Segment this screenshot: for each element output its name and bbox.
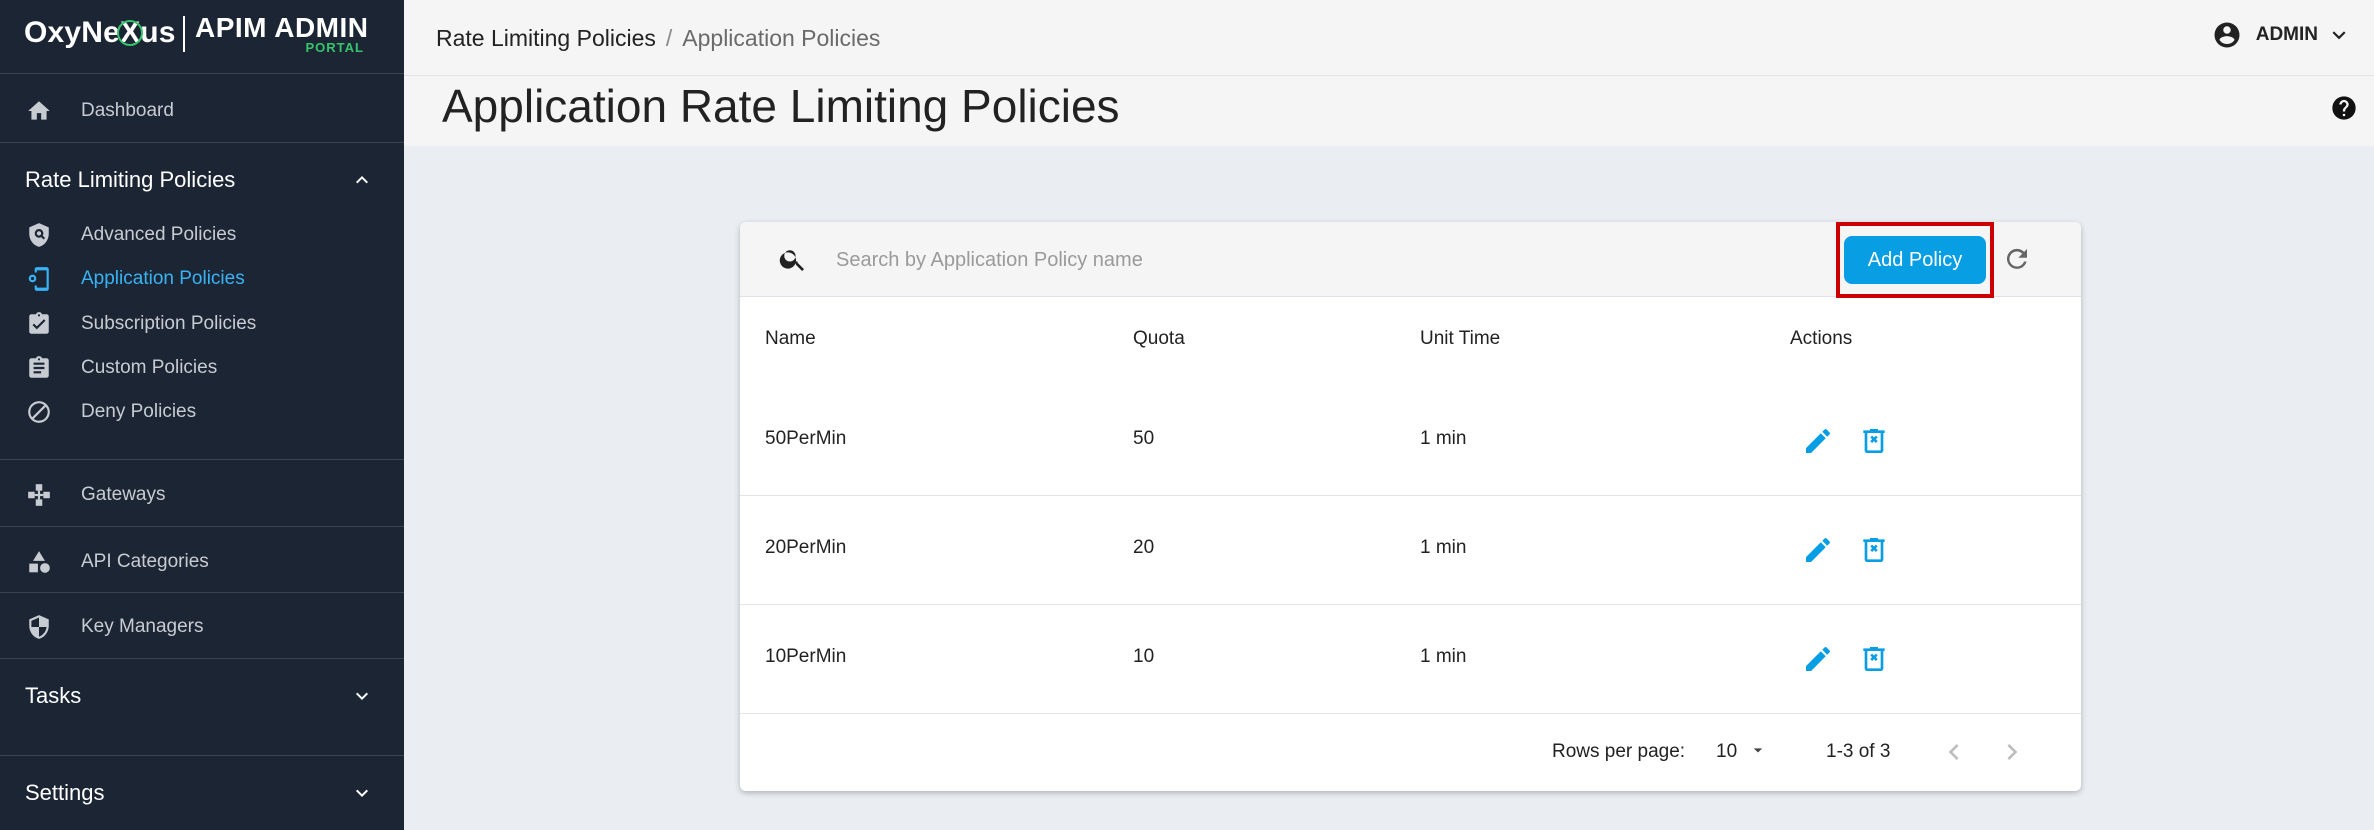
cell-name: 20PerMin (765, 537, 847, 558)
help-icon[interactable] (2330, 94, 2358, 122)
edit-icon[interactable] (1802, 534, 1834, 566)
nav-api-categories-label: API Categories (81, 551, 209, 572)
breadcrumb-parent[interactable]: Rate Limiting Policies (436, 25, 656, 51)
rows-per-page-select[interactable]: 10 (1716, 741, 1737, 763)
sidebar-divider (0, 142, 404, 143)
column-header-unit-time[interactable]: Unit Time (1420, 328, 1500, 350)
search-input[interactable] (834, 242, 1538, 278)
nav-custom-policies-label: Custom Policies (81, 357, 218, 378)
highlight-box (1836, 222, 1994, 298)
dropdown-arrow-icon[interactable] (1748, 740, 1768, 760)
table-row: 50PerMin 50 1 min (740, 387, 2081, 496)
nav-advanced-policies[interactable]: Advanced Policies (0, 218, 404, 252)
nav-group-rate-limiting-label: Rate Limiting Policies (25, 167, 236, 192)
sidebar-divider (0, 658, 404, 659)
edit-icon[interactable] (1802, 643, 1834, 675)
nav-application-policies[interactable]: Application Policies (0, 262, 404, 296)
cell-unit-time: 1 min (1420, 537, 1467, 558)
policies-card: Add Policy Name Quota Unit Time Actions … (740, 222, 2081, 791)
breadcrumb-current: Application Policies (682, 25, 881, 51)
block-icon (25, 398, 53, 426)
page-title: Application Rate Limiting Policies (442, 80, 1120, 132)
nav-gateways[interactable]: Gateways (0, 470, 404, 520)
cell-unit-time: 1 min (1420, 428, 1467, 449)
account-circle-icon (2214, 22, 2240, 48)
chevron-up-icon (356, 176, 368, 184)
search-toolbar: Add Policy (740, 222, 2081, 298)
home-icon (25, 97, 53, 125)
breadcrumb: Rate Limiting Policies / Application Polic… (436, 25, 880, 52)
nav-advanced-policies-label: Advanced Policies (81, 224, 237, 245)
nav-dashboard-label: Dashboard (81, 100, 174, 121)
cell-quota: 10 (1133, 646, 1155, 667)
pagination-range: 1-3 of 3 (1826, 741, 1891, 762)
nav-gateways-label: Gateways (81, 484, 166, 505)
column-header-quota[interactable]: Quota (1133, 328, 1185, 350)
nav-group-settings-label: Settings (25, 780, 105, 805)
brand-header: OxyNeXus APIM ADMIN PORTAL (0, 0, 404, 74)
column-header-actions: Actions (1790, 328, 1853, 349)
cell-quota: 20 (1133, 537, 1155, 558)
user-menu[interactable]: ADMIN (2212, 20, 2352, 50)
sidebar-divider (0, 592, 404, 593)
nav-group-tasks-label: Tasks (25, 683, 82, 708)
table-pagination: Rows per page: 10 1-3 of 3 (740, 714, 2081, 790)
chevron-right-icon[interactable] (1996, 736, 2028, 768)
top-bar: Rate Limiting Policies / Application Polic… (404, 0, 2374, 76)
oxynexus-logo[interactable]: OxyNeXus (24, 16, 176, 50)
rows-per-page-label: Rows per page: (1552, 741, 1686, 762)
nav-dashboard[interactable]: Dashboard (0, 84, 404, 138)
sidebar-divider (0, 459, 404, 460)
chevron-left-icon[interactable] (1938, 736, 1970, 768)
table-row: 20PerMin 20 1 min (740, 496, 2081, 605)
nav-key-managers[interactable]: Key Managers (0, 602, 404, 652)
chevron-down-icon (356, 692, 368, 700)
clipboard-list-icon (25, 354, 53, 382)
nav-deny-policies-label: Deny Policies (81, 401, 197, 422)
shield-search-icon (25, 221, 53, 249)
chevron-down-icon (2332, 31, 2346, 40)
nav-api-categories[interactable]: API Categories (0, 537, 404, 587)
delete-icon[interactable] (1858, 643, 1890, 675)
search-icon (779, 250, 804, 271)
page-header: Application Rate Limiting Policies (404, 76, 2374, 146)
delete-icon[interactable] (1858, 425, 1890, 457)
nav-subscription-policies[interactable]: Subscription Policies (0, 307, 404, 341)
sidebar-divider (0, 526, 404, 527)
breadcrumb-separator: / (665, 25, 673, 51)
delete-icon[interactable] (1858, 534, 1890, 566)
nav-group-tasks[interactable]: Tasks (0, 674, 404, 718)
nav-deny-policies[interactable]: Deny Policies (0, 395, 404, 429)
refresh-icon[interactable] (2002, 244, 2032, 274)
table-row: 10PerMin 10 1 min (740, 605, 2081, 714)
sidebar: OxyNeXus APIM ADMIN PORTAL Dashboard Rat… (0, 0, 404, 830)
gateways-icon (25, 481, 53, 509)
nav-group-settings[interactable]: Settings (0, 771, 404, 815)
nav-application-policies-label: Application Policies (81, 268, 245, 289)
user-name: ADMIN (2255, 24, 2318, 45)
nav-custom-policies[interactable]: Custom Policies (0, 351, 404, 385)
column-header-name[interactable]: Name (765, 328, 816, 350)
phone-settings-icon (25, 265, 53, 293)
sidebar-divider (0, 755, 404, 756)
cell-unit-time: 1 min (1420, 646, 1467, 667)
app-subtitle: PORTAL (305, 40, 364, 55)
nav-group-rate-limiting[interactable]: Rate Limiting Policies (0, 158, 404, 202)
edit-icon[interactable] (1802, 425, 1834, 457)
category-icon (25, 548, 53, 576)
nav-subscription-policies-label: Subscription Policies (81, 313, 257, 334)
nav-key-managers-label: Key Managers (81, 616, 204, 637)
cell-name: 50PerMin (765, 428, 847, 449)
chevron-down-icon (356, 789, 368, 797)
clipboard-check-icon (25, 310, 53, 338)
cell-name: 10PerMin (765, 646, 847, 667)
brand-divider (183, 16, 185, 52)
cell-quota: 50 (1133, 428, 1155, 449)
security-shield-icon (25, 613, 53, 641)
